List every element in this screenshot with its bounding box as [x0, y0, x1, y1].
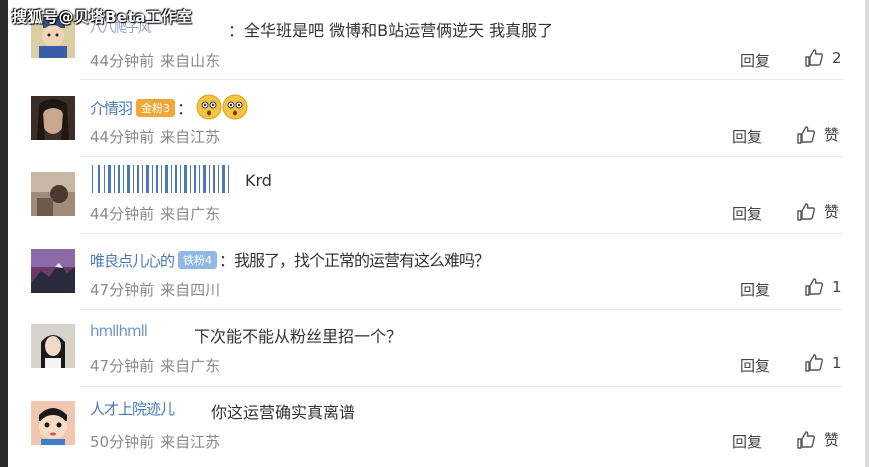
comment-item: 唯良点儿心的 铁粉4 ：我服了，找个正常的运营有这么难吗？ 47分钟前 来自四川 回复…: [8, 234, 865, 311]
comment-time: 44分钟前: [90, 205, 155, 223]
avatar[interactable]: [31, 324, 75, 368]
comment-meta: 44分钟前 来自广东: [90, 203, 220, 224]
like-count: 赞: [824, 203, 840, 221]
like-button[interactable]: 1: [804, 277, 842, 297]
username[interactable]: 唯良点儿心的 铁粉4 ：我服了，找个正常的运营有这么难吗？: [90, 247, 490, 271]
comment-item: Krd 44分钟前 来自广东 回复 赞: [8, 157, 865, 234]
comment-item: hmllhmll 下次能不能从粉丝里招一个？ 47分钟前 来自广东 回复 1: [8, 310, 865, 387]
reply-button[interactable]: 回复: [740, 279, 770, 300]
reply-button[interactable]: 回复: [732, 431, 762, 452]
comment-meta: 47分钟前 来自四川: [90, 279, 220, 300]
comment-item: 介情羽 金粉3： 44分钟前 来自江苏 回复 赞: [8, 80, 865, 157]
thumbs-up-icon: [805, 49, 823, 67]
reply-button[interactable]: 回复: [740, 50, 770, 71]
comment-item: 人才上院迹儿 你这运营确实真离谱 50分钟前 来自江苏 回复 赞: [8, 387, 865, 464]
comment-time: 47分钟前: [90, 357, 155, 375]
username-text[interactable]: 介情羽: [90, 100, 133, 118]
like-count: 赞: [824, 431, 840, 449]
comment-meta: 44分钟前 来自山东: [90, 50, 220, 71]
comment-location: 来自四川: [160, 281, 221, 299]
comment-location: 来自山东: [160, 52, 221, 70]
comment-meta: 47分钟前 来自广东: [90, 355, 220, 376]
avatar[interactable]: [31, 96, 75, 140]
comment-location: 来自广东: [160, 357, 221, 375]
comment-location: 来自江苏: [160, 128, 221, 146]
avatar[interactable]: [31, 172, 75, 216]
comment-time: 44分钟前: [90, 128, 155, 146]
like-count: 1: [832, 354, 842, 372]
comment-time: 50分钟前: [90, 433, 155, 451]
comment-text: 下次能不能从粉丝里招一个？: [194, 327, 403, 346]
thumbs-up-icon: [805, 278, 823, 296]
reply-button[interactable]: 回复: [732, 126, 762, 147]
like-button[interactable]: 赞: [796, 124, 839, 145]
comment-location: 来自广东: [160, 205, 221, 223]
fan-badge: 铁粉4: [178, 251, 218, 269]
scrollbar-track[interactable]: [865, 0, 869, 467]
avatar[interactable]: [31, 401, 75, 445]
watermark: 搜狐号@贝塔Beta工作室: [12, 8, 193, 26]
reply-button[interactable]: 回复: [740, 355, 770, 376]
thumbs-up-icon: [797, 125, 815, 144]
comment-text: ：全华班是吧 微博和B站运营俩逆天 我真服了: [228, 21, 554, 40]
window-frame-left: [0, 0, 8, 467]
username[interactable]: 介情羽 金粉3：: [90, 94, 248, 124]
comment-text: ：: [177, 98, 193, 118]
like-count: 2: [832, 49, 842, 67]
thumbs-up-icon: [797, 202, 815, 221]
emoji-icon: [196, 94, 248, 124]
like-count: 1: [832, 278, 842, 296]
reply-button[interactable]: 回复: [732, 203, 762, 224]
comment-time: 44分钟前: [90, 52, 155, 70]
like-button[interactable]: 赞: [796, 201, 839, 222]
comment-location: 来自江苏: [160, 433, 221, 451]
username-text[interactable]: 唯良点儿心的: [90, 252, 175, 270]
thumbs-up-icon: [797, 430, 815, 449]
thumbs-up-icon: [805, 354, 823, 372]
username-barcode[interactable]: [90, 163, 234, 199]
comment-text: ：我服了，找个正常的运营有这么难吗？: [219, 251, 490, 270]
comment-meta: 44分钟前 来自江苏: [90, 126, 220, 147]
like-button[interactable]: 2: [804, 48, 842, 68]
comment-text: 你这运营确实真离谱: [211, 403, 356, 422]
like-button[interactable]: 赞: [796, 429, 839, 450]
avatar[interactable]: [31, 249, 75, 293]
comment-meta: 50分钟前 来自江苏: [90, 431, 220, 452]
username[interactable]: 人才上院迹儿: [90, 398, 175, 419]
comment-text: Krd: [245, 171, 272, 190]
username[interactable]: hmllhmll: [90, 322, 148, 340]
like-count: 赞: [824, 126, 840, 144]
fan-badge: 金粉3: [136, 98, 176, 117]
comment-time: 47分钟前: [90, 281, 155, 299]
like-button[interactable]: 1: [804, 353, 842, 373]
